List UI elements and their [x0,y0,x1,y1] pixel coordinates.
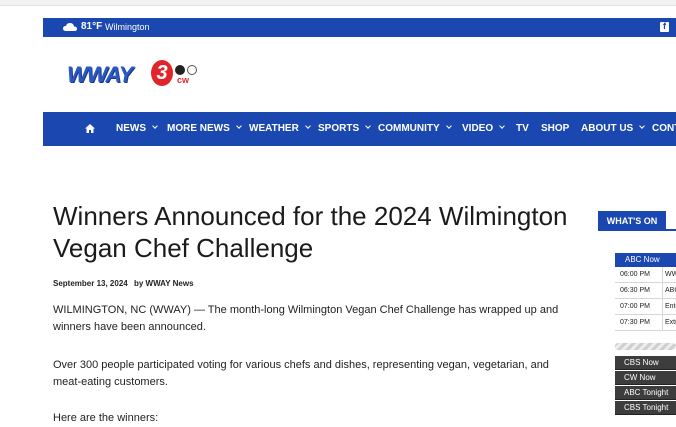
nav-item-sports[interactable]: SPORTS [318,112,371,146]
whats-on-underline [666,229,676,231]
network-tab-abc-tonight[interactable]: ABC Tonight [615,386,676,400]
home-icon[interactable] [85,124,95,133]
schedule-time: 06:30 PM [620,287,650,294]
chevron-down-icon [639,123,646,129]
browser-top-strip [0,0,676,6]
article-byline: September 13, 2024 by WWAY News [53,279,194,288]
network-tab-cbs-now[interactable]: CBS Now [615,356,676,370]
whats-on-tab[interactable]: WHAT'S ON [598,211,676,231]
abc-logo-icon [175,65,185,75]
schedule-show: ABC [662,283,676,298]
weather-bar: 81°F Wilmington [43,18,676,37]
cw-logo: cw [177,75,190,85]
nav-label: SHOP [541,123,570,134]
schedule-show: Ente [662,299,676,314]
nav-item-about-us[interactable]: ABOUT US [581,112,646,146]
temperature: 81°F [81,21,103,32]
chevron-down-icon [304,123,311,129]
facebook-icon[interactable] [660,21,669,32]
nav-item-shop[interactable]: SHOP [541,112,569,146]
cloud-icon [63,23,77,31]
article-author[interactable]: by WWAY News [134,279,194,288]
main-navigation: NEWS MORE NEWS WEATHER SPORTS COMMUNITY … [43,112,676,146]
article-paragraph: Here are the winners: [53,412,159,424]
nav-label: CONT [652,123,676,134]
article-title: Winners Announced for the 2024 Wilmingto… [53,201,568,263]
schedule-time: 07:00 PM [620,303,650,310]
schedule-widget: ABC Now 06:00 PM WW 06:30 PM ABC 07:00 PM E… [615,253,676,331]
nav-label: SPORTS [318,123,360,134]
chevron-down-icon [152,123,158,129]
nav-item-weather[interactable]: WEATHER [249,112,311,146]
whats-on-label: WHAT'S ON [598,211,666,231]
nav-label: COMMUNITY [378,123,440,134]
nav-item-news[interactable]: NEWS [116,112,158,146]
schedule-scrollbar[interactable] [615,343,676,350]
network-tab-cbs-tonight[interactable]: CBS Tonight [615,401,676,415]
schedule-row: 07:00 PM Ente [615,299,676,315]
nav-item-community[interactable]: COMMUNITY [378,112,452,146]
nav-label: TV [516,123,529,134]
schedule-show: Extr [662,315,676,330]
logo-number: 3 [151,60,173,86]
article-paragraph: Over 300 people participated voting for … [53,359,549,388]
nav-label: ABOUT US [581,123,634,134]
schedule-row: 06:30 PM ABC [615,283,676,299]
city-name[interactable]: Wilmington [105,22,150,32]
cbs-logo-icon [187,65,197,75]
nav-label: MORE NEWS [167,123,230,134]
chevron-down-icon [499,123,505,129]
article-paragraph: WILMINGTON, NC (WWAY) — The month-long W… [53,304,559,333]
nav-item-contact[interactable]: CONT [652,112,676,146]
nav-item-tv[interactable]: TV [516,112,529,146]
nav-label: NEWS [116,123,146,134]
schedule-header[interactable]: ABC Now [615,253,676,267]
chevron-down-icon [365,123,371,129]
chevron-down-icon [235,123,242,129]
network-tab-cw-now[interactable]: CW Now [615,371,676,385]
article-date: September 13, 2024 [53,279,128,288]
schedule-time: 06:00 PM [620,271,650,278]
schedule-row: 07:30 PM Extr [615,315,676,331]
nav-item-video[interactable]: VIDEO [462,112,505,146]
nav-label: WEATHER [249,123,299,134]
logo-text: WWAY [67,62,133,87]
nav-item-more-news[interactable]: MORE NEWS [167,112,242,146]
nav-label: VIDEO [462,123,494,134]
schedule-show: WW [662,267,676,282]
schedule-time: 07:30 PM [620,319,650,326]
schedule-row: 06:00 PM WW [615,267,676,283]
chevron-down-icon [445,123,452,129]
